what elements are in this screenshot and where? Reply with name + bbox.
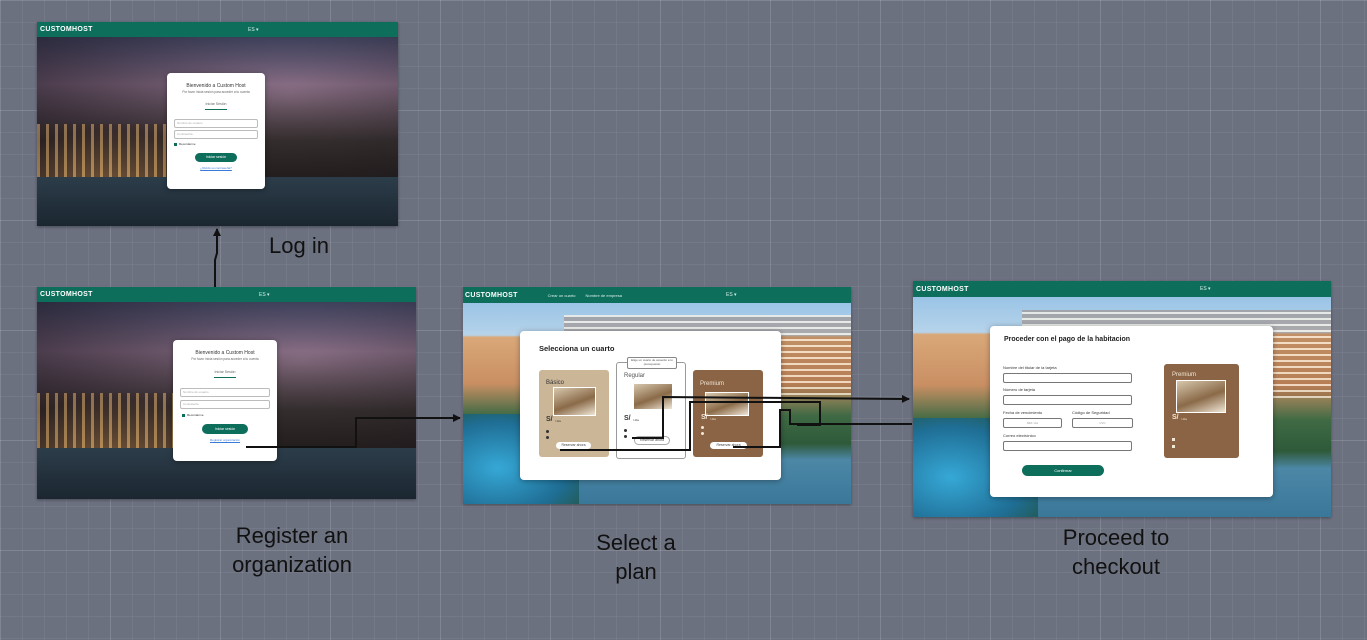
caption-checkout: Proceed to checkout	[1062, 525, 1170, 579]
caption-login: Log in	[269, 233, 329, 258]
arrow-plan-to-checkout-b	[632, 394, 910, 439]
arrow-register-to-plan	[246, 414, 461, 448]
caption-register: Register an organization	[232, 523, 352, 577]
arrow-register-to-login	[213, 228, 221, 287]
arrow-plan-to-checkout-c	[733, 409, 912, 448]
caption-select: Select a plan	[596, 530, 676, 584]
